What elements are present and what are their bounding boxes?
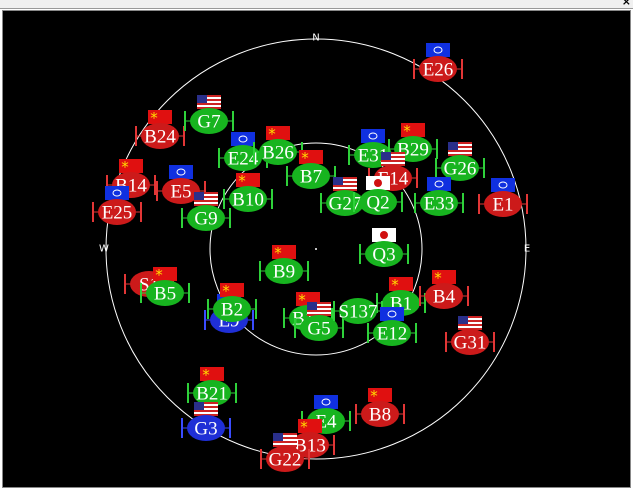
satellite-b4[interactable]: *B4 [419,269,469,309]
skyplot-canvas: N E W E26 * B24 G7 E24 * B26 E31 * B29 G26 * B7 E14 * B… [2,10,631,488]
satellite-label: S137 [338,302,377,323]
satellite-s137[interactable]: S137 [333,298,383,324]
eu-flag-icon [169,165,193,179]
compass-west: W [99,244,109,255]
satellite-label: B7 [300,167,322,188]
us-flag-icon [273,433,297,447]
us-flag-icon [381,152,405,166]
satellite-label: G27 [329,194,362,215]
satellite-label: B26 [262,143,294,164]
satellite-label: B24 [144,127,176,148]
satellite-b10[interactable]: *B10 [223,172,273,212]
satellite-label: B21 [196,384,228,405]
satellite-g31[interactable]: G31 [445,316,495,355]
satellite-label: E5 [170,182,191,203]
zenith-point [315,248,317,250]
eu-flag-icon [491,178,515,192]
eu-flag-icon [426,43,450,57]
satellite-label: E1 [492,195,513,216]
satellite-label: E26 [423,60,454,81]
jp-flag-icon [366,176,390,190]
satellite-label: G3 [194,419,217,440]
eu-flag-icon [231,132,255,146]
compass-north: N [312,33,319,44]
window-titlebar: × [0,0,633,9]
satellite-label: B5 [154,284,176,305]
eu-flag-icon [427,177,451,191]
satellite-q3[interactable]: Q3 [359,228,409,267]
eu-flag-icon [380,307,404,321]
skyplot: N E W E26*B24G7E24*B26 E31*B29G26*B7 E14*B… [92,33,530,472]
satellite-layer: E26*B24G7E24*B26 E31*B29G26*B7 E14*B14 E5*B… [92,43,528,472]
satellite-e26[interactable]: E26 [413,43,463,82]
eu-flag-icon [314,395,338,409]
satellite-label: Q3 [372,245,395,266]
us-flag-icon [448,142,472,156]
satellite-label: E12 [377,324,408,345]
jp-flag-icon [372,228,396,242]
us-flag-icon [194,402,218,416]
eu-flag-icon [105,186,129,200]
satellite-label: B4 [433,287,456,308]
satellite-label: B9 [273,262,295,283]
satellite-label: G26 [444,159,477,180]
satellite-label: G7 [197,112,220,133]
satellite-label: B8 [369,405,391,426]
eu-flag-icon [361,129,385,143]
satellite-label: Q2 [366,193,389,214]
satellite-label: G22 [269,450,302,471]
satellite-e33[interactable]: E33 [414,177,464,216]
satellite-g3[interactable]: G3 [181,402,231,441]
compass-east: E [524,244,530,255]
satellite-b8[interactable]: *B8 [355,387,405,427]
satellite-g7[interactable]: G7 [184,95,234,134]
satellite-label: E25 [102,203,133,224]
satellite-label: G31 [454,333,487,354]
us-flag-icon [333,177,357,191]
us-flag-icon [197,95,221,109]
satellite-g26[interactable]: G26 [435,142,485,181]
satellite-label: E33 [424,194,455,215]
satellite-label: G5 [307,319,330,340]
satellite-b24[interactable]: *B24 [135,109,185,149]
satellite-label: B10 [232,190,264,211]
us-flag-icon [307,302,331,316]
close-button[interactable]: × [622,0,631,8]
satellite-label: B2 [221,300,243,321]
us-flag-icon [194,192,218,206]
satellite-label: G9 [194,209,217,230]
satellite-b21[interactable]: *B21 [187,366,237,406]
us-flag-icon [458,316,482,330]
satellite-b9[interactable]: *B9 [259,244,309,284]
